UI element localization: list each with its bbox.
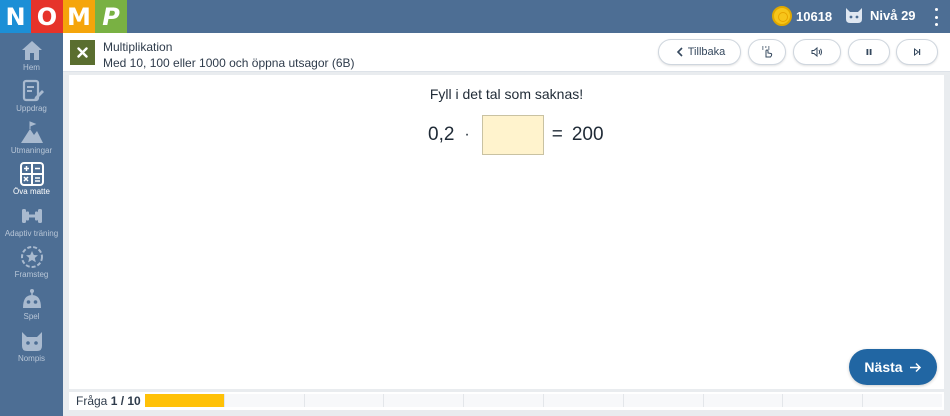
answer-input[interactable] xyxy=(481,115,544,155)
calculator-icon xyxy=(19,162,44,186)
question-counter: Fråga 1 / 10 xyxy=(76,394,141,408)
pause-button[interactable] xyxy=(848,39,890,65)
sidebar-label: Adaptiv träning xyxy=(4,229,59,238)
nompis-cat-icon xyxy=(846,8,862,23)
sidebar-item-spel[interactable]: Spel xyxy=(0,287,63,327)
skip-button[interactable] xyxy=(896,39,938,65)
equals-sign: = xyxy=(551,124,563,145)
dumbbell-icon xyxy=(21,209,42,223)
sidebar-item-adaptiv-traning[interactable]: Adaptiv träning xyxy=(0,204,63,244)
progress-segment xyxy=(224,394,305,407)
sidebar-item-nompis[interactable]: Nompis xyxy=(0,329,63,369)
sidebar-label: Spel xyxy=(23,312,40,321)
chevron-left-icon xyxy=(676,47,683,57)
nompis-icon xyxy=(21,332,42,351)
nomp-logo[interactable]: N O M P xyxy=(0,0,127,33)
back-button[interactable]: Tillbaka xyxy=(658,39,741,65)
sidebar-label: Uppdrag xyxy=(16,104,47,113)
exercise-card: Fyll i det tal som saknas! 0,2 · = 200 N… xyxy=(69,75,944,389)
next-button-label: Nästa xyxy=(864,359,903,375)
progress-segment xyxy=(623,394,704,407)
kebab-menu-icon[interactable] xyxy=(930,8,942,26)
sidebar-label: Hem xyxy=(23,63,40,72)
equation-result: 200 xyxy=(571,124,604,145)
exercise-instruction: Fyll i det tal som saknas! xyxy=(429,86,584,102)
calculator-tool-button[interactable] xyxy=(748,39,786,65)
multiply-operator: · xyxy=(464,126,470,143)
sidebar-item-hem[interactable]: Hem xyxy=(0,38,63,78)
question-footer: Fråga 1 / 10 xyxy=(69,392,944,410)
progress-segment xyxy=(703,394,784,407)
sidebar-label: Nompis xyxy=(17,354,46,363)
sidebar: Hem Uppdrag Utmaningar Öva matte Adaptiv… xyxy=(0,33,63,416)
close-icon xyxy=(77,47,88,58)
coin-counter[interactable]: 10618 xyxy=(772,6,832,26)
progress-segment xyxy=(543,394,624,407)
top-bar: N O M P 10618 Nivå 29 xyxy=(0,0,950,33)
logo-letter-n: N xyxy=(0,0,31,33)
sidebar-label: Utmaningar xyxy=(10,146,53,155)
equation: 0,2 · = 200 xyxy=(428,115,604,155)
sidebar-item-uppdrag[interactable]: Uppdrag xyxy=(0,79,63,119)
level-text: Nivå 29 xyxy=(870,7,916,23)
game-robot-icon xyxy=(22,289,41,308)
progress-segment xyxy=(464,394,544,407)
exercise-category: Multiplikation xyxy=(103,40,173,54)
logo-letter-o: O xyxy=(31,0,63,33)
sidebar-label: Öva matte xyxy=(13,187,50,196)
pause-icon xyxy=(866,49,872,55)
mountain-flag-icon xyxy=(20,121,43,143)
close-exercise-button[interactable] xyxy=(70,40,95,65)
sidebar-item-utmaningar[interactable]: Utmaningar xyxy=(0,121,63,161)
question-number: 1 / 10 xyxy=(110,394,141,408)
skip-forward-icon xyxy=(914,48,921,56)
exercise-header: Multiplikation Med 10, 100 eller 1000 oc… xyxy=(63,33,950,72)
equation-factor: 0,2 xyxy=(428,124,455,145)
question-prefix: Fråga xyxy=(76,394,111,408)
back-button-label: Tillbaka xyxy=(687,46,726,58)
read-aloud-button[interactable] xyxy=(793,39,841,65)
logo-letter-p: P xyxy=(95,0,127,33)
arrow-right-icon xyxy=(909,362,921,372)
progress-star-icon xyxy=(20,246,43,268)
progress-segment xyxy=(145,394,225,407)
progress-segment xyxy=(783,394,864,407)
progress-segment xyxy=(304,394,385,407)
sidebar-item-framsteg[interactable]: Framsteg xyxy=(0,245,63,285)
logo-letter-m: M xyxy=(63,0,95,33)
coin-icon xyxy=(772,6,792,26)
main-panel: Multiplikation Med 10, 100 eller 1000 oc… xyxy=(63,33,950,416)
progress-segment xyxy=(863,394,942,407)
coin-count: 10618 xyxy=(796,8,833,24)
progress-bar xyxy=(145,394,942,407)
level-indicator[interactable]: Nivå 29 xyxy=(844,6,916,24)
sidebar-item-ova-matte[interactable]: Öva matte xyxy=(0,162,63,202)
progress-segment xyxy=(384,394,465,407)
home-icon xyxy=(21,41,42,60)
sidebar-label: Framsteg xyxy=(14,270,49,279)
assignment-icon xyxy=(22,79,44,102)
next-button[interactable]: Nästa xyxy=(849,349,937,385)
hand-pointer-icon xyxy=(762,46,773,58)
exercise-subtitle: Med 10, 100 eller 1000 och öppna utsagor… xyxy=(103,56,355,70)
speaker-icon xyxy=(811,46,822,58)
